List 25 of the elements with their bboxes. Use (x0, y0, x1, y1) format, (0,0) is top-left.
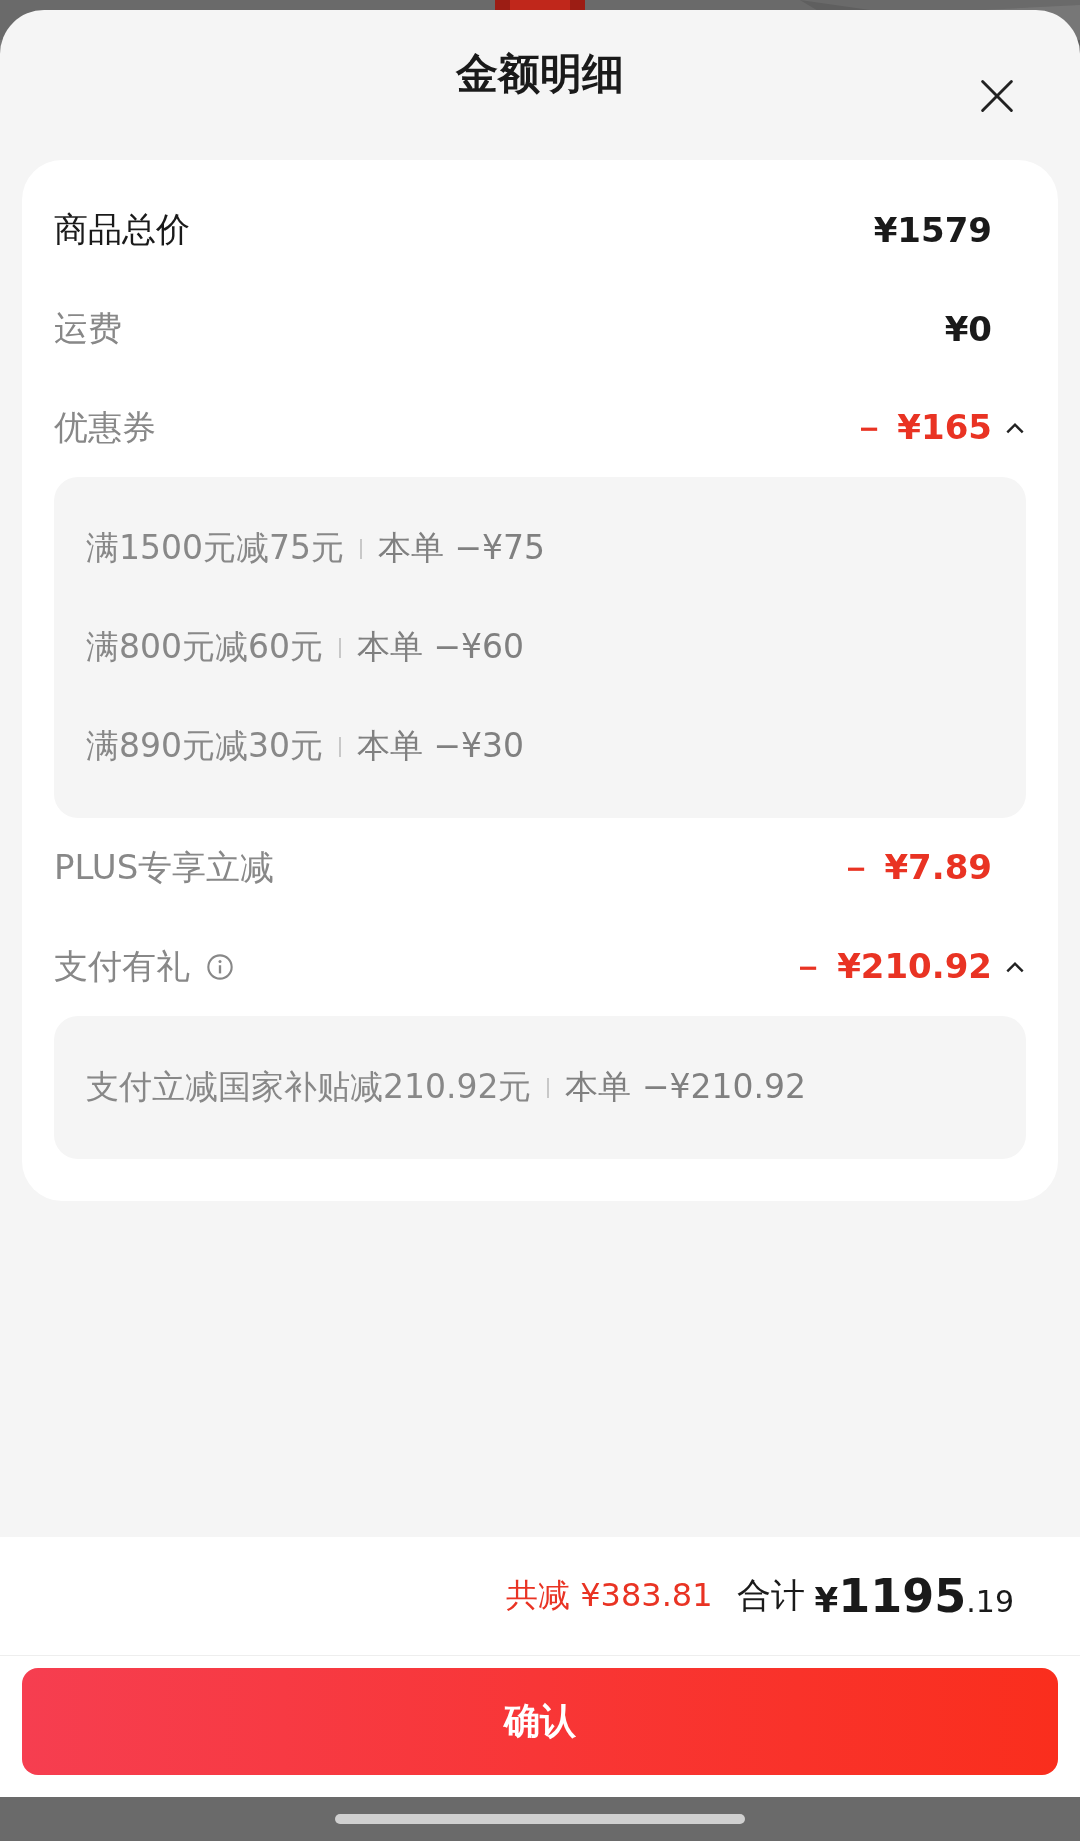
coupon-deduction: 本单 −¥210.92 (565, 1066, 807, 1108)
row-amount: ¥1579 (873, 209, 992, 250)
info-icon[interactable] (206, 952, 234, 981)
row-amount: － ¥210.92 (791, 944, 992, 988)
coupon-condition: 满800元减60元 (86, 626, 323, 668)
coupon-deduction: 本单 −¥75 (378, 527, 546, 569)
coupon-condition: 支付立减国家补贴减210.92元 (86, 1066, 532, 1108)
coupon-deduction: 本单 −¥30 (357, 725, 525, 767)
row-amount: － ¥165 (851, 405, 992, 449)
row-label: 优惠券 (54, 405, 156, 449)
row-label: 运费 (54, 306, 122, 350)
coupon-deduction: 本单 −¥60 (357, 626, 525, 668)
coupon-condition: 满890元减30元 (86, 725, 323, 767)
row-label: 商品总价 (54, 207, 190, 251)
row-amount: ¥0 (944, 308, 992, 349)
row-amount: － ¥7.89 (838, 845, 992, 889)
close-icon[interactable] (979, 78, 1015, 114)
total-label: 合计 (736, 1574, 805, 1617)
row-label: 支付有礼 (54, 944, 190, 988)
total-amount: ¥1195.19 (814, 1569, 1014, 1623)
sheet-title: 金额明细 (456, 48, 624, 100)
row-label: PLUS专享立减 (54, 845, 275, 889)
total-discount: 共减 ¥383.81 (506, 1575, 713, 1616)
coupon-condition: 满1500元减75元 (86, 527, 344, 569)
confirm-button[interactable]: 确认 (22, 1668, 1058, 1775)
